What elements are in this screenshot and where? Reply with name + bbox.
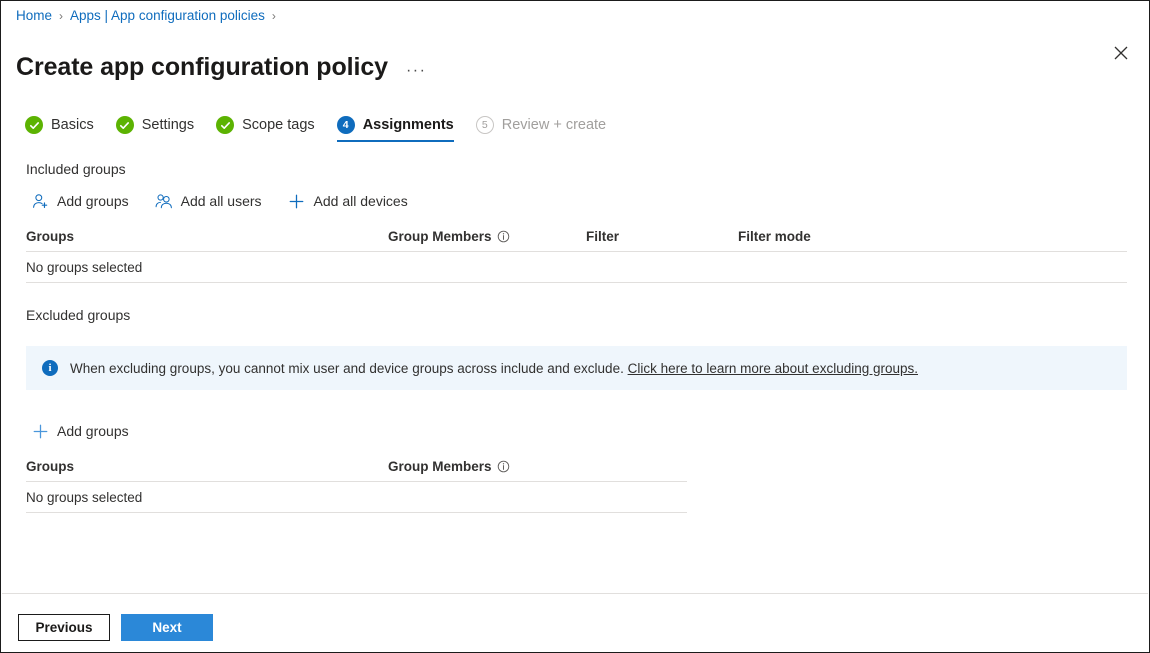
check-icon xyxy=(116,116,134,134)
step-number-badge: 4 xyxy=(337,116,355,134)
previous-button[interactable]: Previous xyxy=(18,614,110,641)
breadcrumb: Home › Apps | App configuration policies… xyxy=(16,8,283,23)
wizard-step-label: Settings xyxy=(142,117,194,133)
table-empty-text: No groups selected xyxy=(26,260,142,275)
column-header-groups: Groups xyxy=(26,459,388,474)
table-empty-row: No groups selected xyxy=(26,252,1127,282)
plus-icon xyxy=(31,422,49,440)
banner-learn-more-link[interactable]: Click here to learn more about excluding… xyxy=(628,361,918,376)
breadcrumb-separator-icon: › xyxy=(272,9,276,23)
breadcrumb-item-apps[interactable]: Apps | App configuration policies xyxy=(70,8,265,23)
column-header-filter-mode: Filter mode xyxy=(738,229,888,244)
column-header-groups: Groups xyxy=(26,229,388,244)
wizard-steps: Basics Settings Scope tags 4 Assignments xyxy=(25,116,628,142)
more-options-icon[interactable]: ··· xyxy=(406,58,426,76)
wizard-step-review-create: 5 Review + create xyxy=(476,116,606,142)
column-header-group-members: Group Members xyxy=(388,229,586,244)
excluded-groups-table: Groups Group Members No groups selected xyxy=(26,455,687,513)
step-number-badge: 5 xyxy=(476,116,494,134)
command-label: Add groups xyxy=(57,423,129,439)
included-groups-table: Groups Group Members Filter Filter mode xyxy=(26,225,1127,283)
add-all-users-button[interactable]: Add all users xyxy=(153,189,264,213)
info-icon[interactable] xyxy=(497,230,510,243)
add-groups-button[interactable]: Add groups xyxy=(29,189,131,213)
close-button[interactable] xyxy=(1105,37,1137,69)
wizard-step-basics[interactable]: Basics xyxy=(25,116,94,142)
exclude-info-banner: i When excluding groups, you cannot mix … xyxy=(26,346,1127,390)
column-header-filter: Filter xyxy=(586,229,738,244)
next-button[interactable]: Next xyxy=(121,614,213,641)
wizard-step-label: Basics xyxy=(51,117,94,133)
close-icon xyxy=(1114,46,1128,60)
column-header-group-members: Group Members xyxy=(388,459,586,474)
banner-text: When excluding groups, you cannot mix us… xyxy=(70,361,918,376)
add-all-devices-button[interactable]: Add all devices xyxy=(286,189,410,213)
wizard-step-label: Scope tags xyxy=(242,117,315,133)
breadcrumb-item-home[interactable]: Home xyxy=(16,8,52,23)
breadcrumb-separator-icon: › xyxy=(59,9,63,23)
info-icon[interactable] xyxy=(497,460,510,473)
wizard-step-label: Review + create xyxy=(502,117,606,133)
table-header-row: Groups Group Members xyxy=(26,455,687,481)
included-groups-label: Included groups xyxy=(26,161,126,177)
check-icon xyxy=(25,116,43,134)
table-bottom-divider xyxy=(26,512,687,513)
wizard-step-assignments[interactable]: 4 Assignments xyxy=(337,116,454,142)
check-icon xyxy=(216,116,234,134)
blade-panel: Home › Apps | App configuration policies… xyxy=(0,0,1150,653)
people-icon xyxy=(155,192,173,210)
footer-divider xyxy=(2,593,1148,594)
wizard-step-settings[interactable]: Settings xyxy=(116,116,194,142)
page-title: Create app configuration policy xyxy=(16,50,388,84)
table-empty-row: No groups selected xyxy=(26,482,687,512)
excluded-groups-label: Excluded groups xyxy=(26,307,130,323)
title-row: Create app configuration policy ··· xyxy=(16,33,426,101)
exclude-add-groups-button[interactable]: Add groups xyxy=(29,419,131,443)
excluded-groups-command-bar: Add groups xyxy=(29,419,153,443)
command-label: Add all devices xyxy=(314,193,408,209)
wizard-step-label: Assignments xyxy=(363,117,454,133)
table-empty-text: No groups selected xyxy=(26,490,142,505)
info-icon: i xyxy=(42,360,58,376)
plus-icon xyxy=(288,192,306,210)
banner-message: When excluding groups, you cannot mix us… xyxy=(70,361,624,376)
footer-actions: Previous Next xyxy=(18,614,213,641)
included-groups-command-bar: Add groups Add all users Add all devices xyxy=(29,189,432,213)
command-label: Add all users xyxy=(181,193,262,209)
table-bottom-divider xyxy=(26,282,1127,283)
table-header-row: Groups Group Members Filter Filter mode xyxy=(26,225,1127,251)
person-add-icon xyxy=(31,192,49,210)
command-label: Add groups xyxy=(57,193,129,209)
wizard-step-scope-tags[interactable]: Scope tags xyxy=(216,116,315,142)
